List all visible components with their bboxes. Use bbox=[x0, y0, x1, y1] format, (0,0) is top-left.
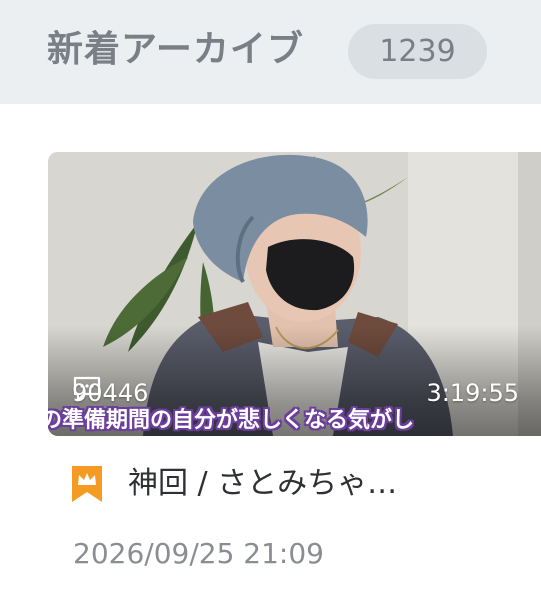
video-duration: 3:19:55 bbox=[426, 379, 519, 407]
section-title: 新着アーカイブ bbox=[47, 29, 304, 70]
video-title-row[interactable]: 神回 / さとみちゃ… bbox=[70, 462, 530, 506]
crown-bookmark-icon bbox=[72, 466, 102, 502]
archive-header: 新着アーカイブ 1239 bbox=[0, 0, 541, 104]
video-thumbnail[interactable]: 90446 3:19:55 の準備期間の自分が悲しくなる気がし bbox=[48, 152, 541, 436]
comment-count: 90446 bbox=[72, 376, 148, 410]
video-card[interactable]: 90446 3:19:55 の準備期間の自分が悲しくなる気がし 神回 / さとみ… bbox=[48, 152, 541, 615]
burned-in-caption: の準備期間の自分が悲しくなる気がし bbox=[48, 408, 415, 433]
speech-bubble-icon bbox=[73, 376, 101, 402]
post-date: 2026/09/25 21:09 bbox=[73, 537, 324, 570]
archive-count-badge: 1239 bbox=[348, 24, 487, 79]
video-title[interactable]: 神回 / さとみちゃ… bbox=[128, 462, 397, 506]
